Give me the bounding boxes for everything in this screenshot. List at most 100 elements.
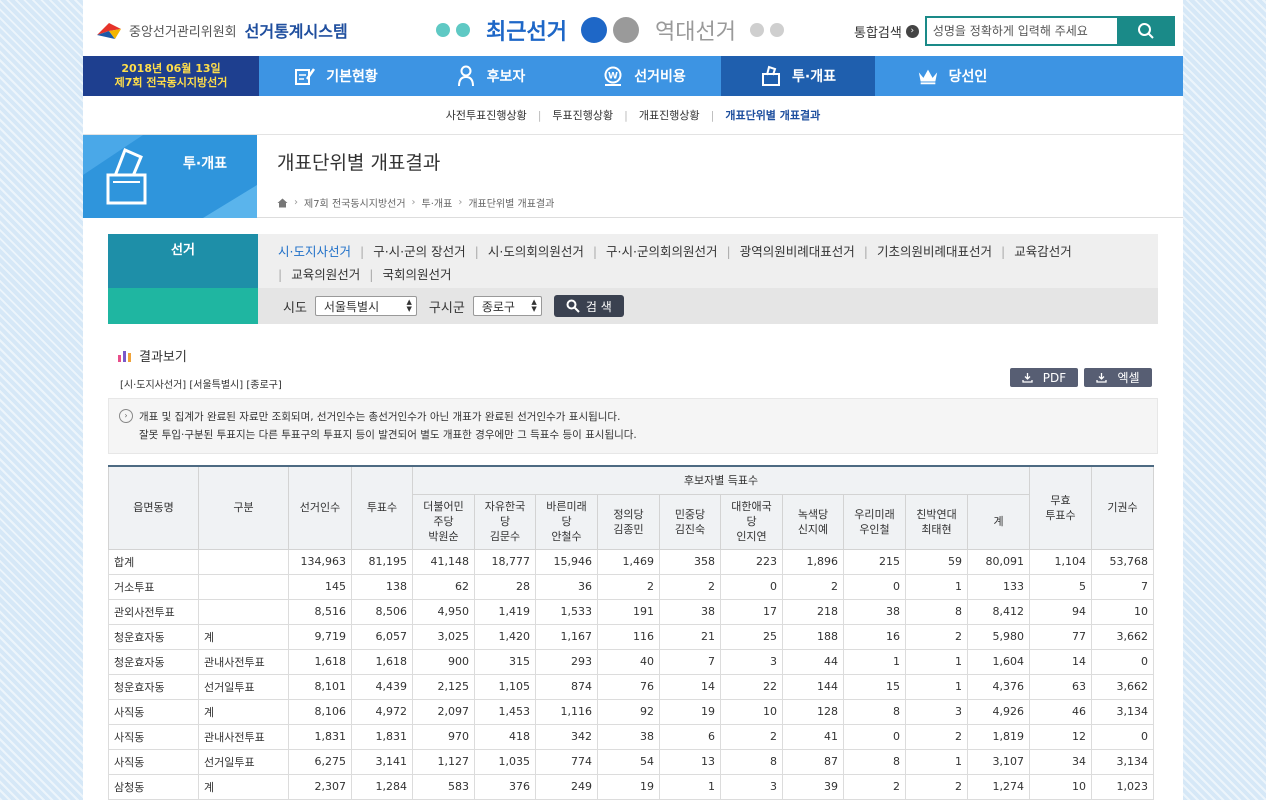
table-cell: 사직동	[108, 698, 199, 725]
search-button[interactable]	[1116, 16, 1175, 46]
divider	[257, 217, 1183, 218]
table-cell: 1,023	[1091, 773, 1154, 800]
subnav-unit-results[interactable]: 개표단위별 개표결과	[725, 107, 820, 123]
election-link-national-assembly[interactable]: 국회의원선거	[382, 267, 451, 282]
candidate-header: 정의당 김종민	[597, 493, 660, 550]
table-cell: 53,768	[1091, 548, 1154, 575]
table-cell: 80,091	[967, 548, 1030, 575]
table-cell: 7	[1091, 573, 1154, 600]
table-cell: 18,777	[474, 548, 536, 575]
table-cell: 1,618	[288, 648, 352, 675]
table-cell: 1,469	[597, 548, 660, 575]
table-cell: 1,104	[1029, 548, 1092, 575]
header: 중앙선거관리위원회 선거통계시스템 최근선거 역대선거 통합검색 › 성명을 정…	[83, 0, 1183, 58]
election-link-education-council[interactable]: 교육의원선거	[291, 267, 360, 282]
table-cell: 2	[905, 623, 968, 650]
section-label: 투·개표	[183, 156, 227, 172]
tab-recent-elections[interactable]: 최근선거	[486, 14, 567, 46]
table-cell: 계	[198, 698, 289, 725]
election-link-local-head[interactable]: 구·시·군의 장선거	[373, 244, 465, 259]
sigungu-label: 구시군	[428, 300, 465, 316]
table-cell: 38	[597, 723, 660, 750]
table-cell: 1,127	[412, 748, 475, 775]
search-icon	[566, 299, 580, 313]
breadcrumb-item[interactable]: 제7회 전국동시지방선거	[304, 195, 406, 210]
subnav-voting-progress[interactable]: 투표진행상황	[552, 107, 613, 123]
candidate-header: 민중당 김진숙	[659, 493, 721, 550]
table-cell: 38	[659, 598, 721, 625]
table-cell: 1,035	[474, 748, 536, 775]
separator: |	[369, 267, 374, 282]
nav-item-overview[interactable]: 기본현황	[259, 56, 413, 96]
table-cell: 5,980	[967, 623, 1030, 650]
election-link-provincial-pr[interactable]: 광역의원비례대표선거	[740, 244, 855, 259]
col-region-header: 읍면동명	[108, 465, 199, 550]
breadcrumb-item[interactable]: 투·개표	[422, 195, 453, 210]
table-cell: 19	[659, 698, 721, 725]
table-cell: 2	[905, 773, 968, 800]
breadcrumb: › 제7회 전국동시지방선거 › 투·개표 › 개표단위별 개표결과	[277, 195, 554, 210]
table-cell: 사직동	[108, 748, 199, 775]
table-cell: 2	[843, 773, 906, 800]
election-link-mayor-governor[interactable]: 시·도지사선거	[278, 244, 351, 259]
document-edit-icon	[294, 65, 316, 87]
dot-icon	[456, 23, 470, 37]
nav-item-voting-counting[interactable]: 투·개표	[721, 56, 875, 96]
election-type-links: 시·도지사선거 | 구·시·군의 장선거 | 시·도의회의원선거 | 구·시·군의회의원선거…	[258, 234, 1158, 288]
filter-search-button[interactable]: 검 색	[553, 295, 624, 317]
separator: |	[359, 244, 365, 259]
nav-item-costs[interactable]: W 선거비용	[567, 56, 721, 96]
table-cell: 3	[720, 648, 783, 675]
election-name: 제7회 전국동시지방선거	[114, 76, 228, 89]
subnav-early-voting[interactable]: 사전투표진행상황	[446, 107, 527, 123]
sido-select[interactable]: 서울특별시 ▲ ▼	[314, 296, 417, 316]
table-row: 사직동 선거일투표 6,275 3,141 1,127 1,035 774 54 13 8 87 8 1…	[108, 748, 1154, 775]
table-cell: 거소투표	[108, 573, 199, 600]
election-link-local-council[interactable]: 구·시·군의회의원선거	[606, 244, 717, 259]
table-cell: 2	[597, 573, 660, 600]
table-cell: 8	[720, 748, 783, 775]
table-cell: 1,419	[474, 598, 536, 625]
table-cell: 10	[720, 698, 783, 725]
pdf-download-button[interactable]: PDF	[1010, 368, 1078, 387]
election-link-provincial-council[interactable]: 시·도의회의원선거	[488, 244, 584, 259]
results-subtitle: [시·도지사선거] [서울특별시] [종로구]	[120, 380, 282, 391]
chevron-right-icon: ›	[411, 197, 416, 208]
logo[interactable]: 중앙선거관리위원회 선거통계시스템	[95, 18, 348, 42]
table-cell: 19	[597, 773, 660, 800]
table-cell: 188	[782, 623, 844, 650]
separator: |	[863, 244, 868, 259]
tab-past-elections[interactable]: 역대선거	[655, 14, 736, 46]
excel-download-button[interactable]: 엑셀	[1084, 368, 1152, 387]
table-cell: 8,101	[288, 673, 352, 700]
table-cell: 계	[198, 623, 289, 650]
table-cell: 41,148	[412, 548, 475, 575]
subnav-counting-progress[interactable]: 개표진행상황	[639, 107, 700, 123]
nav-item-candidates[interactable]: 후보자	[413, 56, 567, 96]
election-link-superintendent[interactable]: 교육감선거	[1014, 244, 1072, 259]
table-cell: 116	[597, 623, 660, 650]
table-cell: 8	[843, 748, 906, 775]
table-cell: 6	[659, 723, 721, 750]
coin-icon: W	[602, 65, 624, 87]
election-badge[interactable]: 2018년 06월 13일 제7회 전국동시지방선거	[83, 56, 259, 96]
nav-item-winners[interactable]: 당선인	[875, 56, 1029, 96]
dot-icon	[436, 23, 450, 37]
table-cell: 134,963	[288, 548, 352, 575]
page-title: 개표단위별 개표결과	[277, 152, 441, 174]
table-cell: 17	[720, 598, 783, 625]
table-cell: 3,141	[351, 748, 413, 775]
table-cell: 4,439	[351, 673, 413, 700]
breadcrumb-item: 개표단위별 개표결과	[468, 199, 555, 210]
table-cell: 2	[782, 573, 844, 600]
home-icon[interactable]	[277, 198, 288, 208]
candidate-header: 자유한국 당 김문수	[474, 493, 536, 550]
search-input[interactable]: 성명을 정확하게 입력해 주세요	[924, 16, 1117, 46]
election-link-local-pr[interactable]: 기초의원비례대표선거	[877, 244, 992, 259]
table-cell: 62	[412, 573, 475, 600]
table-cell: 293	[535, 648, 598, 675]
table-cell: 1,453	[474, 698, 536, 725]
table-cell: 22	[720, 673, 783, 700]
sigungu-select[interactable]: 종로구 ▲ ▼	[472, 296, 542, 316]
table-cell: 138	[351, 573, 413, 600]
